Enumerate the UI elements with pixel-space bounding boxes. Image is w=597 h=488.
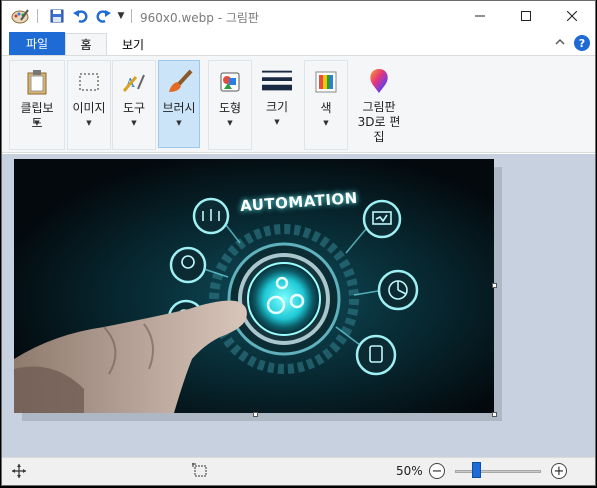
undo-icon[interactable] xyxy=(72,7,90,25)
edit-paint3d-button[interactable]: 그림판 3D로 편집 xyxy=(351,60,407,148)
zoom-in-button[interactable]: + xyxy=(551,463,567,479)
selection-size-icon xyxy=(192,463,208,482)
paint-app-icon[interactable] xyxy=(10,7,30,25)
clipboard-icon xyxy=(22,67,52,97)
canvas-area[interactable]: AUTOMATION xyxy=(2,154,595,457)
zoom-slider[interactable] xyxy=(455,470,541,473)
chevron-down-icon: ▼ xyxy=(227,119,233,127)
zoom-out-button[interactable]: − xyxy=(429,463,445,479)
brushes-label: 브러시 xyxy=(162,101,196,115)
line-size-icon xyxy=(262,66,292,96)
clipboard-button[interactable]: 클립보드 ▼ xyxy=(16,61,58,149)
minimize-button[interactable] xyxy=(457,1,503,31)
paint-window: ▼ 960x0.webp - 그림판 파일 홈 보기 ? 클립보드 ▼ 이미지 … xyxy=(1,0,596,486)
resize-handle-right[interactable] xyxy=(492,283,497,288)
help-icon[interactable]: ? xyxy=(574,35,590,51)
chevron-down-icon: ▼ xyxy=(176,119,182,127)
close-button[interactable] xyxy=(549,1,595,31)
group-colors: 색 ▼ xyxy=(304,60,348,150)
zoom-slider-thumb[interactable] xyxy=(472,462,481,478)
resize-handle-corner[interactable] xyxy=(492,412,497,417)
window-title: 960x0.webp - 그림판 xyxy=(140,11,259,25)
size-button[interactable]: 크기 ▼ xyxy=(256,60,298,148)
select-icon xyxy=(74,67,104,97)
ribbon: 클립보드 ▼ 이미지 ▼ A 도구 ▼ xyxy=(2,55,595,153)
separator xyxy=(37,9,38,23)
tools-label: 도구 xyxy=(122,101,146,115)
paint3d-icon xyxy=(364,66,394,96)
redo-icon[interactable] xyxy=(94,7,112,25)
tools-button[interactable]: A 도구 ▼ xyxy=(113,61,155,149)
separator xyxy=(131,9,132,23)
title-bar: ▼ 960x0.webp - 그림판 xyxy=(2,1,595,31)
group-clipboard: 클립보드 ▼ xyxy=(9,60,65,150)
chevron-down-icon: ▼ xyxy=(34,119,40,127)
image-button[interactable]: 이미지 ▼ xyxy=(68,61,110,149)
save-icon[interactable] xyxy=(48,7,66,25)
group-paint3d: 그림판 3D로 편집 xyxy=(349,60,409,150)
collapse-ribbon-icon[interactable] xyxy=(555,35,565,48)
colors-button[interactable]: 색 ▼ xyxy=(305,61,347,149)
brush-icon xyxy=(164,67,194,97)
status-bar: 50% − + xyxy=(2,457,595,485)
ribbon-tabs: 파일 홈 보기 ? xyxy=(2,31,595,55)
zoom-level: 50% xyxy=(396,464,423,478)
group-image: 이미지 ▼ xyxy=(67,60,111,150)
chevron-down-icon: ▼ xyxy=(323,119,329,127)
chevron-down-icon: ▼ xyxy=(131,119,137,127)
chevron-down-icon: ▼ xyxy=(274,118,280,126)
group-tools: A 도구 ▼ xyxy=(112,60,156,150)
colors-label: 색 xyxy=(320,101,332,115)
tab-file[interactable]: 파일 xyxy=(9,32,65,55)
group-brushes: 브러시 ▼ xyxy=(157,60,203,150)
shapes-icon xyxy=(215,67,245,97)
shapes-button[interactable]: 도형 ▼ xyxy=(209,61,251,149)
size-label: 크기 xyxy=(265,100,289,114)
tab-view[interactable]: 보기 xyxy=(110,33,156,55)
customize-quick-access-icon[interactable]: ▼ xyxy=(115,7,127,25)
chevron-down-icon: ▼ xyxy=(86,119,92,127)
cursor-position-icon xyxy=(12,464,26,481)
group-size: 크기 ▼ xyxy=(254,60,300,150)
color-palette-icon xyxy=(311,67,341,97)
group-shapes: 도형 ▼ xyxy=(208,60,252,150)
shapes-label: 도형 xyxy=(218,101,242,115)
tools-icon: A xyxy=(119,67,149,97)
tab-home[interactable]: 홈 xyxy=(65,33,107,55)
resize-handle-bottom[interactable] xyxy=(253,412,258,417)
canvas-image[interactable]: AUTOMATION xyxy=(14,159,494,413)
maximize-button[interactable] xyxy=(503,1,549,31)
brushes-button[interactable]: 브러시 ▼ xyxy=(158,60,200,148)
edit-paint3d-label: 그림판 3D로 편집 xyxy=(357,100,401,144)
image-label: 이미지 xyxy=(72,101,106,115)
